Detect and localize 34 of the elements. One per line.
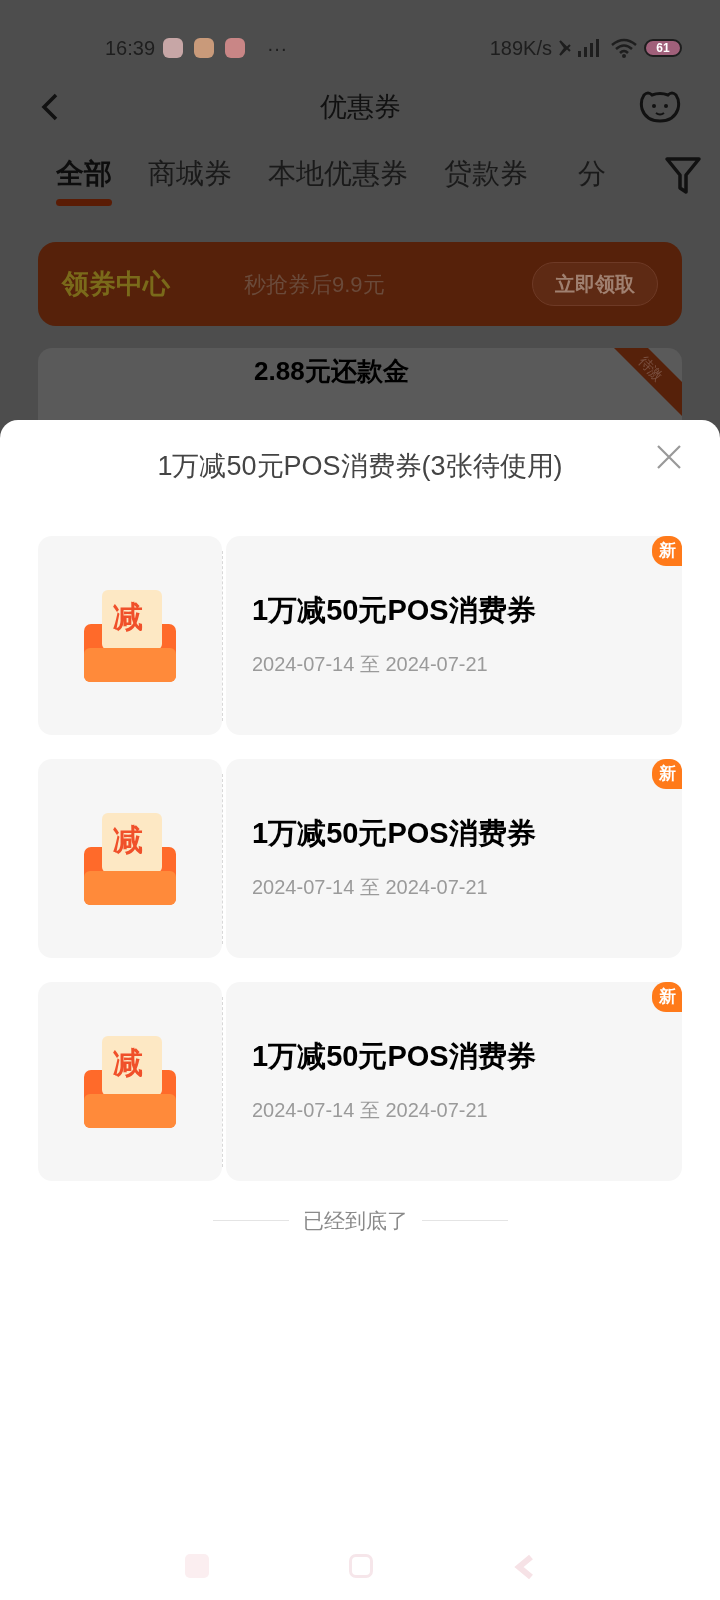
coupon-name: 1万减50元POS消费券 bbox=[252, 816, 537, 852]
end-of-list-text: 已经到底了 bbox=[302, 1208, 408, 1234]
claim-button[interactable]: 立即领取 bbox=[532, 262, 658, 306]
validity-dates: 2024-07-14 至 2024-07-21 bbox=[252, 651, 489, 677]
coupon-card[interactable]: 1万减50元POS消费券 2024-07-14 至 2024-07-21 新 bbox=[226, 982, 682, 1181]
category-tab[interactable]: 全部 bbox=[56, 153, 112, 206]
validity-dates: 2024-07-14 至 2024-07-21 bbox=[252, 874, 489, 900]
coupon-name: 1万减50元POS消费券 bbox=[252, 593, 537, 629]
card-title: 2.88元还款金 bbox=[254, 358, 409, 384]
new-badge: 新 bbox=[652, 982, 682, 1012]
app-icon bbox=[225, 38, 246, 58]
signal-icon bbox=[558, 37, 602, 59]
coupon-card[interactable]: 1万减50元POS消费券 2024-07-14 至 2024-07-21 新 bbox=[226, 759, 682, 958]
coupon-mark: 减 bbox=[113, 601, 143, 632]
sheet-title: 1万减50元POS消费券(3张待使用) bbox=[157, 449, 563, 483]
back-nav-icon[interactable] bbox=[513, 1554, 535, 1580]
validity-dates: 2024-07-14 至 2024-07-21 bbox=[252, 1097, 489, 1123]
filter-icon[interactable] bbox=[664, 155, 702, 195]
coupon-mark: 减 bbox=[113, 1047, 143, 1078]
app-icon bbox=[163, 38, 184, 58]
wifi-icon bbox=[610, 37, 638, 59]
more-indicator: ··· bbox=[267, 36, 288, 61]
coupon-name: 1万减50元POS消费券 bbox=[252, 1039, 537, 1075]
new-badge: 新 bbox=[652, 536, 682, 566]
coupon-card[interactable]: 1万减50元POS消费券 2024-07-14 至 2024-07-21 新 bbox=[226, 536, 682, 735]
close-icon[interactable] bbox=[656, 444, 682, 470]
coupon-mark: 减 bbox=[113, 824, 143, 855]
battery-indicator: 61 bbox=[644, 39, 682, 57]
app-icon bbox=[194, 38, 215, 58]
page-title: 优惠券 bbox=[319, 90, 401, 124]
new-badge: 新 bbox=[652, 759, 682, 789]
banner-title: 领券中心 bbox=[60, 267, 171, 301]
home-icon[interactable] bbox=[349, 1554, 373, 1578]
mascot-icon[interactable] bbox=[638, 89, 682, 125]
